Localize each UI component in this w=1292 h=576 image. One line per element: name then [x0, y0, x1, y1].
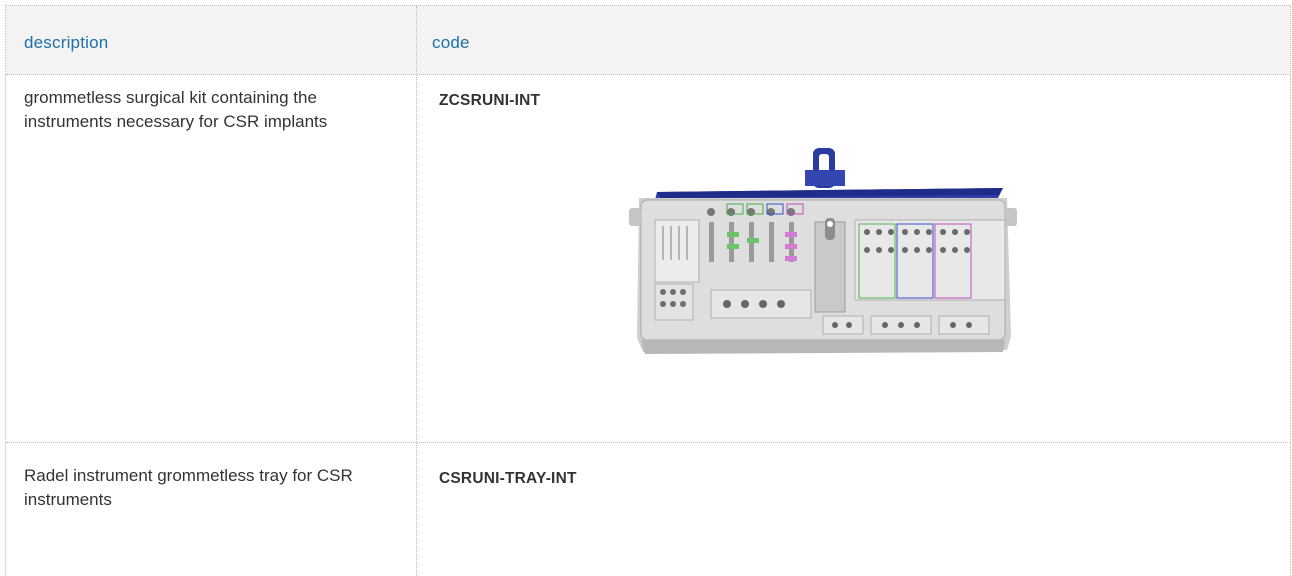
- header-code: code: [432, 33, 470, 52]
- row-divider: [6, 442, 1290, 443]
- header-divider: [6, 74, 1290, 75]
- row-1-description: grommetless surgical kit containing the …: [24, 88, 328, 131]
- table-header: [6, 6, 1290, 74]
- row-1-code: ZCSRUNI-INT: [439, 92, 541, 109]
- header-description: description: [24, 33, 109, 52]
- row-2-description: Radel instrument grommetless tray for CS…: [24, 466, 353, 509]
- column-divider: [416, 6, 417, 576]
- row-2-code: CSRUNI-TRAY-INT: [439, 470, 577, 487]
- surgical-kit-image: [629, 148, 1017, 354]
